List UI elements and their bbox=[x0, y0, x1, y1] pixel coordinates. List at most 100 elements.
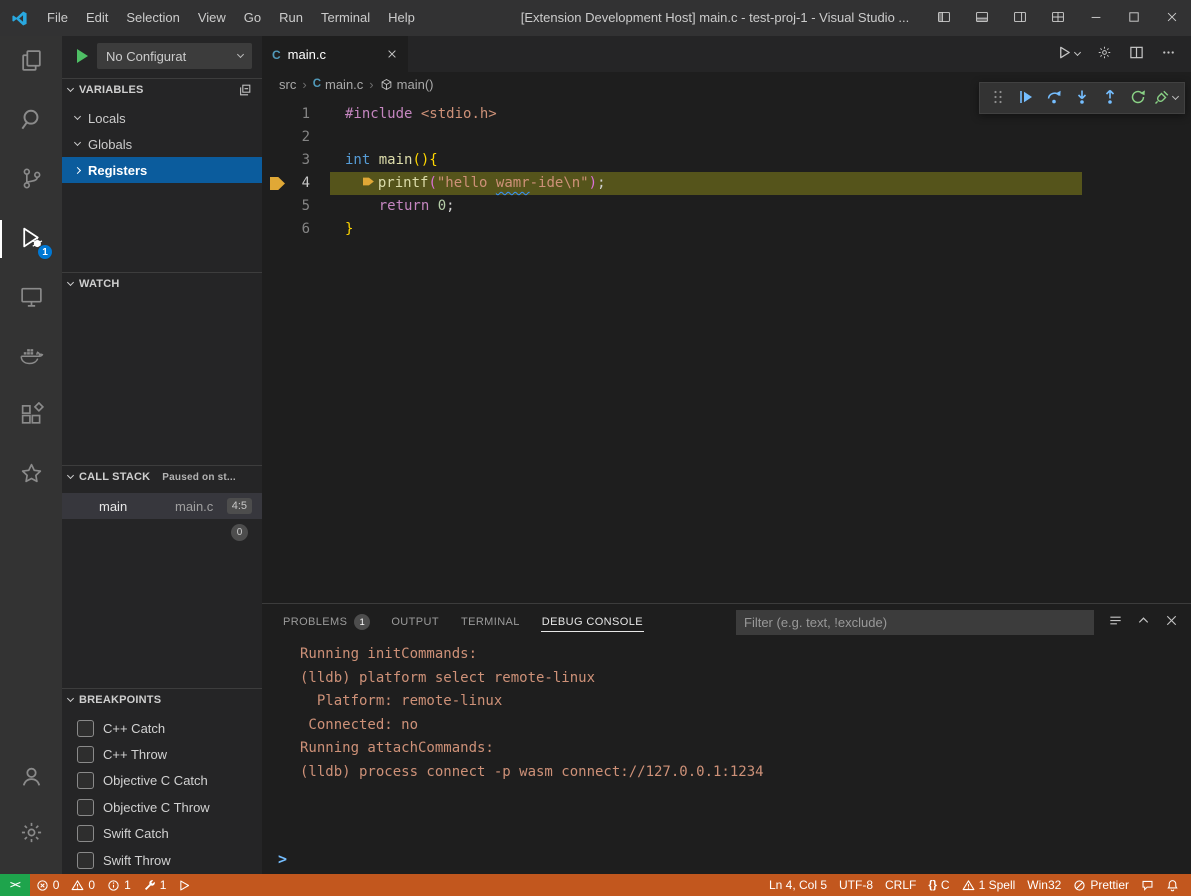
breakpoint-checkbox[interactable] bbox=[77, 772, 94, 789]
toggle-panel-bottom-button[interactable] bbox=[963, 0, 1001, 36]
notifications[interactable] bbox=[1160, 874, 1185, 896]
run-file-button[interactable] bbox=[1057, 45, 1080, 63]
console-filter-input[interactable] bbox=[736, 610, 1094, 635]
breakpoint-checkbox[interactable] bbox=[77, 852, 94, 869]
panel-tab-output[interactable]: OUTPUT bbox=[390, 604, 440, 640]
breakpoint-item[interactable]: Objective C Catch bbox=[62, 768, 262, 794]
start-debug-button[interactable] bbox=[77, 49, 88, 63]
toggle-panel-left-button[interactable] bbox=[925, 0, 963, 36]
activity-accounts-button[interactable] bbox=[0, 754, 62, 802]
menu-edit[interactable]: Edit bbox=[77, 0, 117, 36]
breakpoint-item[interactable]: C++ Throw bbox=[62, 741, 262, 767]
tab-main-c[interactable]: C main.c bbox=[262, 36, 408, 72]
menu-view[interactable]: View bbox=[189, 0, 235, 36]
activity-search-button[interactable] bbox=[0, 97, 62, 145]
debug-status[interactable] bbox=[172, 874, 197, 896]
drag-gripper[interactable] bbox=[984, 84, 1012, 112]
code-text: printf("hello wamr-ide\n"); bbox=[345, 172, 606, 195]
collapse-all-icon[interactable] bbox=[238, 83, 252, 97]
step-out-button[interactable] bbox=[1096, 84, 1124, 112]
step-into-button[interactable] bbox=[1068, 84, 1096, 112]
continue-button[interactable] bbox=[1012, 84, 1040, 112]
editor-gutter[interactable]: 3 bbox=[262, 149, 330, 172]
step-out-icon bbox=[1102, 89, 1118, 108]
activity-extensions-button[interactable] bbox=[0, 392, 62, 440]
breakpoint-checkbox[interactable] bbox=[77, 825, 94, 842]
disconnect-button[interactable] bbox=[1152, 84, 1180, 112]
breakpoint-checkbox[interactable] bbox=[77, 720, 94, 737]
panel-tab-terminal[interactable]: TERMINAL bbox=[460, 604, 521, 640]
prettier[interactable]: Prettier bbox=[1067, 874, 1135, 896]
maximize-panel-button[interactable] bbox=[1136, 613, 1151, 631]
activity-remote-explorer-button[interactable] bbox=[0, 274, 62, 322]
call-stack-header[interactable]: CALL STACK Paused on st... bbox=[62, 466, 262, 488]
editor-gutter[interactable]: 1 bbox=[262, 103, 330, 126]
menu-run[interactable]: Run bbox=[270, 0, 312, 36]
remote-indicator[interactable]: >< bbox=[0, 874, 30, 896]
code-editor[interactable]: 1#include <stdio.h>23int main(){4 printf… bbox=[262, 96, 1191, 603]
variables-item-registers[interactable]: Registers bbox=[62, 157, 262, 183]
panel-tab-debug-console[interactable]: DEBUG CONSOLE bbox=[541, 604, 644, 640]
platform[interactable]: Win32 bbox=[1021, 874, 1067, 896]
breadcrumb-item[interactable]: src bbox=[279, 77, 296, 92]
feedback[interactable] bbox=[1135, 874, 1160, 896]
menu-help[interactable]: Help bbox=[379, 0, 424, 36]
activity-docker-button[interactable] bbox=[0, 333, 62, 381]
close-icon[interactable] bbox=[386, 48, 398, 60]
activity-explorer-button[interactable] bbox=[0, 38, 62, 86]
language-mode[interactable]: {}C bbox=[922, 874, 955, 896]
close-icon bbox=[1164, 616, 1179, 631]
tools-count[interactable]: 1 bbox=[137, 874, 173, 896]
maximize-button[interactable] bbox=[1115, 0, 1153, 36]
editor-gutter[interactable]: 5 bbox=[262, 195, 330, 218]
breakpoint-label: C++ Throw bbox=[103, 747, 167, 762]
more-actions-button[interactable] bbox=[1161, 45, 1176, 63]
breakpoint-item[interactable]: Objective C Throw bbox=[62, 794, 262, 820]
watch-header[interactable]: WATCH bbox=[62, 273, 262, 295]
panel-tab-problems[interactable]: PROBLEMS1 bbox=[282, 604, 370, 640]
breadcrumb-item[interactable]: Cmain.c bbox=[313, 77, 364, 92]
cursor-position[interactable]: Ln 4, Col 5 bbox=[763, 874, 833, 896]
spell-checker[interactable]: 1 Spell bbox=[956, 874, 1022, 896]
toggle-panel-right-button[interactable] bbox=[1001, 0, 1039, 36]
close-panel-button[interactable] bbox=[1164, 613, 1179, 631]
problems-info[interactable]: 1 bbox=[101, 874, 137, 896]
settings-gear-button[interactable] bbox=[1097, 45, 1112, 63]
menu-go[interactable]: Go bbox=[235, 0, 270, 36]
eol[interactable]: CRLF bbox=[879, 874, 922, 896]
menu-terminal[interactable]: Terminal bbox=[312, 0, 379, 36]
breakpoint-item[interactable]: Swift Throw bbox=[62, 847, 262, 873]
console-prompt[interactable]: > bbox=[278, 850, 287, 868]
minimize-button[interactable] bbox=[1077, 0, 1115, 36]
variables-item-locals[interactable]: Locals bbox=[62, 105, 262, 131]
variables-header[interactable]: VARIABLES bbox=[62, 79, 262, 101]
activity-run-and-debug-button[interactable]: 1 bbox=[0, 215, 62, 263]
output-actions-button[interactable] bbox=[1108, 613, 1123, 631]
variables-item-globals[interactable]: Globals bbox=[62, 131, 262, 157]
breadcrumb-item[interactable]: main() bbox=[380, 77, 434, 92]
breakpoint-checkbox[interactable] bbox=[77, 746, 94, 763]
activity-source-control-button[interactable] bbox=[0, 156, 62, 204]
breakpoint-checkbox[interactable] bbox=[77, 799, 94, 816]
callstack-frame[interactable]: main main.c 4:5 bbox=[62, 493, 262, 519]
menu-file[interactable]: File bbox=[38, 0, 77, 36]
editor-gutter[interactable]: 6 bbox=[262, 218, 330, 241]
breakpoint-item[interactable]: C++ Catch bbox=[62, 715, 262, 741]
customize-layout-button[interactable] bbox=[1039, 0, 1077, 36]
editor-gutter[interactable]: 4 bbox=[262, 172, 330, 195]
problems-errors[interactable]: 0 bbox=[30, 874, 66, 896]
menu-selection[interactable]: Selection bbox=[117, 0, 188, 36]
breakpoint-item[interactable]: Swift Catch bbox=[62, 821, 262, 847]
split-editor-button[interactable] bbox=[1129, 45, 1144, 63]
debug-config-dropdown[interactable]: No Configurat bbox=[97, 43, 252, 69]
encoding[interactable]: UTF-8 bbox=[833, 874, 879, 896]
restart-button[interactable] bbox=[1124, 84, 1152, 112]
debug-console[interactable]: Running initCommands:(lldb) platform sel… bbox=[262, 641, 1191, 874]
breakpoints-header[interactable]: BREAKPOINTS bbox=[62, 689, 262, 711]
close-button[interactable] bbox=[1153, 0, 1191, 36]
step-over-button[interactable] bbox=[1040, 84, 1068, 112]
problems-warnings[interactable]: 0 bbox=[65, 874, 101, 896]
activity-favorites-button[interactable] bbox=[0, 451, 62, 499]
editor-gutter[interactable]: 2 bbox=[262, 126, 330, 149]
activity-settings-button[interactable] bbox=[0, 810, 62, 858]
